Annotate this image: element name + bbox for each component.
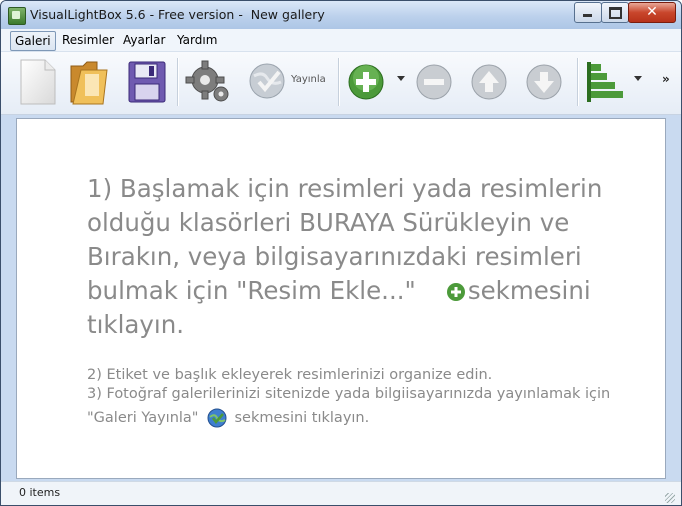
open-folder-icon[interactable]	[67, 56, 111, 108]
app-icon	[8, 7, 26, 25]
instruction-3-cont: "Galeri Yayınla" sekmesini tıklayın.	[87, 407, 369, 429]
remove-minus-icon[interactable]	[413, 56, 455, 108]
title-bar[interactable]: VisualLightBox 5.6 - Free version - New …	[1, 1, 681, 29]
menu-ayarlar-label: Ayarlar	[123, 33, 166, 47]
menu-yardim-label: Yardım	[177, 33, 218, 47]
more-button[interactable]: »	[662, 72, 670, 86]
close-icon: ✕	[646, 4, 658, 20]
move-up-icon[interactable]	[468, 56, 510, 108]
new-document-icon[interactable]	[17, 56, 59, 108]
toolbar-separator	[338, 58, 340, 106]
minimize-button[interactable]	[574, 2, 602, 23]
item-count: 0 items	[19, 486, 61, 499]
maximize-icon	[609, 7, 622, 19]
minimize-icon	[583, 14, 592, 17]
menu-galeri-label: Galeri	[15, 34, 51, 48]
save-disk-icon[interactable]	[125, 56, 169, 108]
resize-grip-icon[interactable]	[665, 493, 675, 503]
view-bars-icon[interactable]	[583, 56, 627, 108]
toolbar-separator	[177, 58, 179, 106]
add-plus-icon[interactable]	[345, 56, 387, 108]
instruction-2: 2) Etiket ve başlık ekleyerek resimlerin…	[87, 367, 493, 383]
menu-ayarlar[interactable]: Ayarlar	[119, 31, 169, 49]
window-title: VisualLightBox 5.6 - Free version - New …	[30, 7, 325, 22]
publish-gallery-text: "Galeri Yayınla"	[87, 410, 199, 426]
menu-bar: Galeri Resimler Ayarlar Yardım	[1, 29, 681, 52]
instruction-3: 3) Fotoğraf galerilerinizi sitenizde yad…	[87, 386, 611, 402]
app-window: VisualLightBox 5.6 - Free version - New …	[0, 0, 682, 506]
instruction-main: 1) Başlamak için resimleri yada resimler…	[87, 172, 607, 342]
view-dropdown-icon[interactable]	[634, 76, 642, 81]
move-down-icon[interactable]	[523, 56, 565, 108]
instruction-3-suffix: sekmesini tıklayın.	[234, 410, 370, 426]
status-bar: 0 items	[1, 481, 681, 505]
toolbar: Yayınla »	[1, 52, 681, 115]
menu-galeri[interactable]: Galeri	[10, 31, 56, 51]
add-plus-icon	[446, 283, 465, 301]
publish-label[interactable]: Yayınla	[291, 74, 326, 85]
settings-gear-icon[interactable]	[185, 56, 231, 108]
menu-resimler-label: Resimler	[62, 33, 115, 47]
maximize-button[interactable]	[601, 2, 629, 23]
menu-resimler[interactable]: Resimler	[58, 31, 118, 49]
publish-globe-icon	[207, 408, 227, 428]
publish-globe-icon[interactable]	[245, 56, 289, 108]
close-button[interactable]: ✕	[628, 2, 676, 23]
menu-yardim[interactable]: Yardım	[173, 31, 221, 49]
add-dropdown-icon[interactable]	[397, 76, 405, 81]
toolbar-separator	[577, 58, 579, 106]
